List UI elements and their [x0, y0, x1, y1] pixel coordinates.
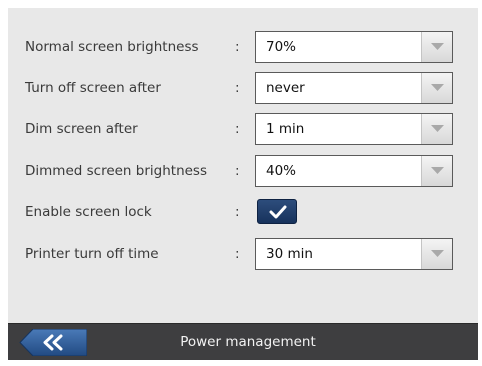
dropdown-value: 30 min — [266, 246, 313, 262]
dropdown-value: 40% — [266, 163, 297, 179]
dim-screen-dropdown[interactable]: 1 min — [255, 113, 453, 145]
chevron-down-icon — [431, 125, 444, 132]
setting-row-screen-lock: Enable screen lock : — [8, 195, 478, 229]
label-separator: : — [235, 163, 240, 179]
chevron-down-icon — [431, 250, 444, 257]
setting-row-turn-off-screen: Turn off screen after : never — [8, 71, 478, 105]
label-separator: : — [235, 39, 240, 55]
turn-off-screen-dropdown[interactable]: never — [255, 72, 453, 104]
setting-label: Enable screen lock — [25, 204, 152, 220]
chevron-down-icon — [431, 167, 444, 174]
label-separator: : — [235, 246, 240, 262]
setting-label: Dim screen after — [25, 121, 138, 137]
dropdown-value: 70% — [266, 39, 297, 55]
label-separator: : — [235, 121, 240, 137]
dropdown-toggle-button[interactable] — [421, 32, 452, 62]
settings-panel: Normal screen brightness : 70% Turn off … — [8, 8, 478, 323]
dropdown-value: never — [266, 80, 305, 96]
dropdown-toggle-button[interactable] — [421, 114, 452, 144]
setting-label: Printer turn off time — [25, 246, 159, 262]
setting-row-dimmed-brightness: Dimmed screen brightness : 40% — [8, 154, 478, 188]
setting-label: Normal screen brightness — [25, 39, 199, 55]
chevron-down-icon — [431, 84, 444, 91]
screen-lock-checkbox[interactable] — [257, 199, 297, 224]
dropdown-toggle-button[interactable] — [421, 73, 452, 103]
chevron-down-icon — [431, 43, 444, 50]
setting-label: Dimmed screen brightness — [25, 163, 207, 179]
setting-row-normal-brightness: Normal screen brightness : 70% — [8, 30, 478, 64]
label-separator: : — [235, 204, 240, 220]
dropdown-value: 1 min — [266, 121, 305, 137]
dropdown-toggle-button[interactable] — [421, 156, 452, 186]
power-management-screen: Normal screen brightness : 70% Turn off … — [8, 8, 478, 360]
dropdown-toggle-button[interactable] — [421, 239, 452, 269]
checkmark-icon — [269, 205, 287, 219]
footer-bar: Power management — [8, 323, 478, 360]
dimmed-brightness-dropdown[interactable]: 40% — [255, 155, 453, 187]
normal-brightness-dropdown[interactable]: 70% — [255, 31, 453, 63]
setting-row-printer-turn-off: Printer turn off time : 30 min — [8, 237, 478, 271]
setting-label: Turn off screen after — [25, 80, 161, 96]
printer-turn-off-dropdown[interactable]: 30 min — [255, 238, 453, 270]
setting-row-dim-screen: Dim screen after : 1 min — [8, 112, 478, 146]
page-title: Power management — [180, 334, 316, 350]
label-separator: : — [235, 80, 240, 96]
